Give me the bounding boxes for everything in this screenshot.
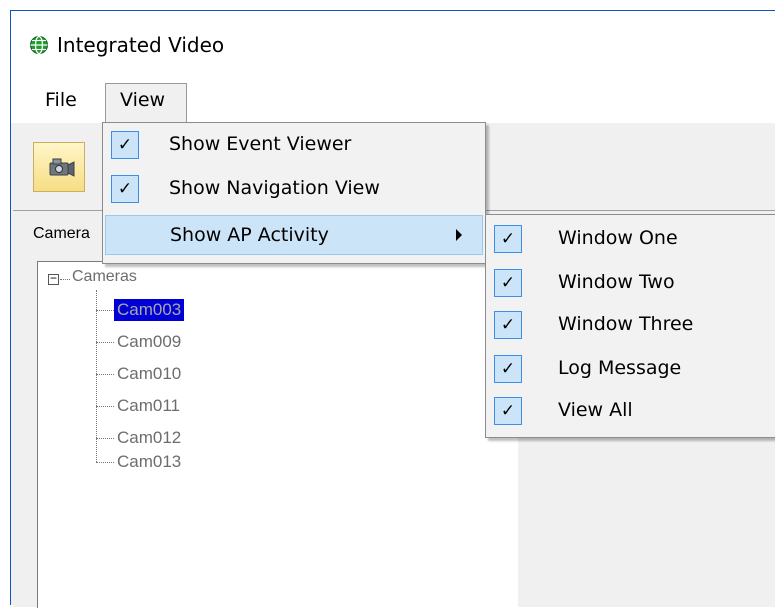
tree-connector bbox=[96, 462, 114, 463]
menu-item-show-event-viewer[interactable]: ✓ Show Event Viewer bbox=[105, 125, 483, 165]
menu-item-view-all[interactable]: ✓ View All bbox=[488, 391, 775, 431]
menu-item-window-two[interactable]: ✓ Window Two bbox=[488, 263, 775, 303]
tree-connector bbox=[96, 342, 114, 343]
tree-item-cam012[interactable]: Cam012 bbox=[114, 427, 184, 449]
tree-item-cam009[interactable]: Cam009 bbox=[114, 331, 184, 353]
menu-item-label: Show Navigation View bbox=[169, 177, 380, 199]
check-icon: ✓ bbox=[111, 175, 139, 203]
menu-item-show-navigation-view[interactable]: ✓ Show Navigation View bbox=[105, 169, 483, 209]
menu-item-window-three[interactable]: ✓ Window Three bbox=[488, 305, 775, 345]
window-title: Integrated Video bbox=[57, 33, 225, 57]
menu-item-show-ap-activity[interactable]: Show AP Activity bbox=[105, 215, 483, 255]
check-icon: ✓ bbox=[494, 355, 522, 383]
menu-item-label: Window Three bbox=[558, 313, 694, 335]
check-icon: ✓ bbox=[494, 311, 522, 339]
menu-item-label: View All bbox=[558, 399, 633, 421]
tree-connector bbox=[96, 438, 114, 439]
check-icon: ✓ bbox=[494, 225, 522, 253]
collapse-icon[interactable]: − bbox=[48, 273, 59, 285]
tree-connector bbox=[96, 290, 97, 462]
menu-item-label: Window One bbox=[558, 227, 678, 249]
tree-item-cam003[interactable]: Cam003 bbox=[114, 299, 185, 321]
menu-item-window-one[interactable]: ✓ Window One bbox=[488, 219, 775, 259]
menu-item-label: Show AP Activity bbox=[170, 224, 329, 246]
globe-icon bbox=[30, 35, 48, 55]
tree-root-cameras[interactable]: Cameras bbox=[72, 268, 137, 286]
tree-item-cam013[interactable]: Cam013 bbox=[114, 451, 184, 473]
camera-icon bbox=[49, 158, 75, 177]
tree-connector bbox=[96, 374, 114, 375]
tree-item-cam011[interactable]: Cam011 bbox=[114, 395, 183, 417]
tree-connector bbox=[60, 279, 70, 280]
menu-item-label: Window Two bbox=[558, 271, 675, 293]
check-icon: ✓ bbox=[494, 397, 522, 425]
ap-activity-submenu: ✓ Window One ✓ Window Two ✓ Window Three… bbox=[485, 214, 775, 438]
tree-connector bbox=[96, 406, 114, 407]
menu-item-log-message[interactable]: ✓ Log Message bbox=[488, 349, 775, 389]
submenu-arrow-icon bbox=[456, 229, 462, 241]
menu-view[interactable]: View bbox=[105, 83, 187, 123]
panel-title: Camera bbox=[33, 225, 90, 242]
menu-item-label: Log Message bbox=[558, 357, 682, 379]
menu-item-label: Show Event Viewer bbox=[169, 133, 352, 155]
view-dropdown: ✓ Show Event Viewer ✓ Show Navigation Vi… bbox=[102, 122, 486, 264]
menu-file[interactable]: File bbox=[45, 89, 77, 111]
title-bar: Integrated Video bbox=[11, 11, 775, 79]
menu-view-label: View bbox=[120, 89, 166, 111]
tree-item-cam010[interactable]: Cam010 bbox=[114, 363, 184, 385]
check-icon: ✓ bbox=[494, 269, 522, 297]
camera-tree[interactable]: − Cameras Cam003 Cam009 Cam010 Cam011 Ca… bbox=[37, 261, 518, 608]
screen-edge bbox=[0, 0, 775, 10]
check-icon: ✓ bbox=[111, 131, 139, 159]
camera-toolbar-button[interactable] bbox=[33, 142, 85, 192]
menu-bar: File View bbox=[11, 79, 775, 124]
tree-connector bbox=[96, 310, 114, 311]
